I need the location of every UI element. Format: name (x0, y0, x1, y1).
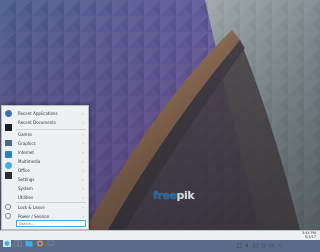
chevron-right-icon: › (82, 205, 84, 210)
menu-item-label: Internet (18, 150, 34, 155)
chevron-right-icon: › (82, 111, 84, 116)
globe-icon (37, 240, 43, 247)
menu-item-label: Games (18, 132, 32, 137)
chevron-right-icon: › (82, 177, 84, 182)
application-launcher-menu: Recent Applications › Recent Documents ›… (1, 105, 89, 230)
menu-item-label: Recent Documents (18, 120, 56, 125)
launcher-button[interactable] (3, 232, 11, 247)
folder-icon (25, 240, 33, 247)
clipboard-icon[interactable] (237, 233, 242, 248)
menu-item-recent-applications[interactable]: Recent Applications › (2, 109, 88, 118)
dolphin-button[interactable] (25, 232, 33, 247)
menu-item-lock-leave[interactable]: Lock & Leave › (2, 203, 88, 212)
power-icon (5, 213, 11, 219)
menu-item-games[interactable]: Games › (2, 130, 88, 139)
menu-item-multimedia[interactable]: Multimedia › (2, 157, 88, 166)
clock-date: 5/1/17 (304, 235, 316, 239)
battery-icon[interactable] (269, 233, 274, 248)
menu-item-office[interactable]: Office › (2, 166, 88, 175)
chevron-right-icon: › (82, 159, 84, 164)
menu-item-label: Office (18, 168, 30, 173)
chevron-right-icon: › (82, 195, 84, 200)
lock-icon (5, 204, 11, 210)
menu-item-label: Settings (18, 177, 35, 182)
digital-clock[interactable]: 3:44 PM 5/1/17 (302, 231, 316, 239)
chevron-right-icon: › (82, 186, 84, 191)
menu-item-system[interactable]: System › (2, 184, 88, 193)
volume-icon[interactable] (245, 233, 250, 248)
network-icon[interactable] (253, 233, 258, 248)
menu-item-label: Recent Applications (18, 111, 58, 116)
menu-item-label: Multimedia (18, 159, 41, 164)
monitor-icon (47, 240, 55, 247)
menu-item-label: Graphics (18, 141, 36, 146)
menu-item-graphics[interactable]: Graphics › (2, 139, 88, 148)
menu-item-utilities[interactable]: Utilities › (2, 193, 88, 202)
watermark-rest: pik (176, 189, 195, 202)
search-field[interactable] (16, 220, 86, 227)
chevron-right-icon: › (82, 132, 84, 137)
pager-icon (14, 240, 22, 247)
chevron-right-icon: › (82, 168, 84, 173)
show-desktop-button[interactable] (47, 232, 55, 247)
chevron-right-icon: › (82, 120, 84, 125)
notifications-icon[interactable] (261, 233, 266, 248)
menu-item-internet[interactable]: Internet › (2, 148, 88, 157)
chevron-right-icon: › (82, 150, 84, 155)
browser-button[interactable] (36, 232, 44, 247)
watermark-brand: free (153, 189, 177, 202)
kde-logo-icon (3, 240, 11, 247)
menu-item-settings[interactable]: Settings › (2, 175, 88, 184)
search-input[interactable] (19, 221, 85, 226)
pager-button[interactable] (14, 232, 22, 247)
chevron-right-icon: › (82, 141, 84, 146)
menu-item-label: Lock & Leave (18, 205, 45, 210)
menu-item-recent-documents[interactable]: Recent Documents › (2, 118, 88, 127)
menu-item-label: Utilities (18, 195, 34, 200)
tray-expand-icon[interactable] (277, 233, 282, 247)
taskbar-panel: 3:44 PM 5/1/17 (0, 230, 320, 248)
menu-item-label: System (18, 186, 33, 191)
freepik-watermark: freepik (153, 189, 195, 202)
